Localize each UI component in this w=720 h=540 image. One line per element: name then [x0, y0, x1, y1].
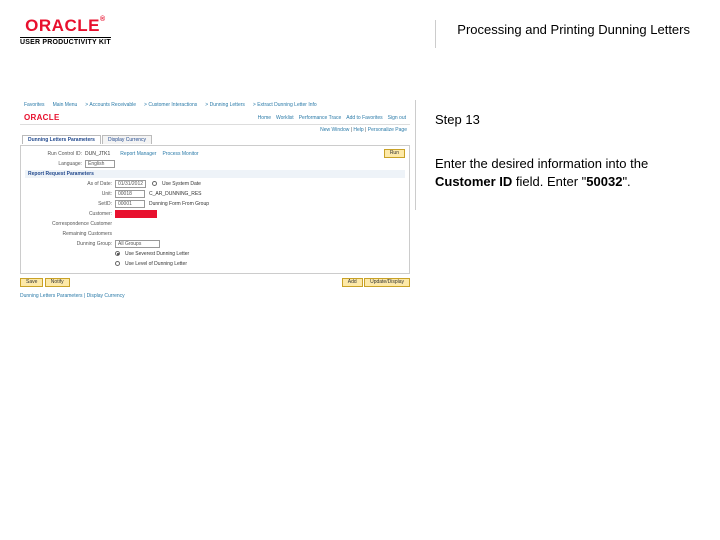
nav-favorites[interactable]: Favorites: [24, 102, 45, 108]
upk-subtitle: USER PRODUCTIVITY KIT: [20, 39, 111, 46]
radio-level-label: Use Level of Dunning Letter: [125, 261, 187, 267]
unit-input[interactable]: 00018: [115, 190, 145, 198]
customer-label: Customer:: [25, 211, 115, 217]
params-panel: Run Control ID: DUN_JTK1 Report Manager …: [20, 145, 410, 274]
radio-severest-label: Use Severest Dunning Letter: [125, 251, 189, 257]
nav-ar[interactable]: Accounts Receivable: [89, 102, 136, 108]
breadcrumb-navbar: Favorites Main Menu > Accounts Receivabl…: [20, 100, 410, 111]
unit-lookup: C_AR_DUNNING_RES: [149, 191, 202, 197]
radio-level[interactable]: [115, 261, 120, 266]
step-instruction: Enter the desired information into the C…: [435, 155, 685, 190]
run-control-label: Run Control ID:: [25, 151, 85, 157]
use-system-date-label: Use System Date: [162, 181, 201, 187]
unit-label: Unit:: [25, 191, 115, 197]
customer-id-input[interactable]: [115, 210, 157, 218]
step-number: Step 13: [435, 112, 700, 127]
notify-button[interactable]: Notify: [45, 278, 70, 287]
link-new-window[interactable]: New Window: [320, 127, 349, 133]
lesson-title: Processing and Printing Dunning Letters: [457, 22, 690, 37]
language-label: Language:: [25, 161, 85, 167]
oracle-upk-logo: ORACLE® USER PRODUCTIVITY KIT: [20, 16, 111, 46]
link-signout[interactable]: Sign out: [388, 115, 406, 121]
link-home[interactable]: Home: [258, 115, 271, 121]
column-divider: [415, 100, 416, 210]
as-of-date-input[interactable]: 01/31/2012: [115, 180, 146, 188]
process-monitor-link[interactable]: Process Monitor: [162, 151, 198, 157]
report-params-header: Report Request Parameters: [25, 170, 405, 178]
run-control-value: DUN_JTK1: [85, 151, 110, 157]
radio-severest[interactable]: [115, 251, 120, 256]
setid-label: SetID:: [25, 201, 115, 207]
tab-display-currency[interactable]: Display Currency: [102, 135, 152, 144]
link-perf-trace[interactable]: Performance Trace: [299, 115, 342, 121]
nav-cust-int[interactable]: Customer Interactions: [148, 102, 197, 108]
nav-main-menu[interactable]: Main Menu: [53, 102, 78, 108]
setid-hint: Dunning Form From Group: [149, 201, 209, 207]
embedded-app-screenshot: Favorites Main Menu > Accounts Receivabl…: [20, 100, 410, 330]
link-help[interactable]: Help: [353, 127, 363, 133]
corr-customer-label: Correspondence Customer: [25, 221, 115, 227]
oracle-wordmark: ORACLE®: [25, 16, 105, 36]
run-button[interactable]: Run: [384, 149, 405, 158]
link-add-fav[interactable]: Add to Favorites: [346, 115, 382, 121]
nav-dunning[interactable]: Dunning Letters: [210, 102, 245, 108]
remaining-cust-label: Remaining Customers: [25, 231, 115, 237]
dunning-group-select[interactable]: All Groups: [115, 240, 160, 248]
report-manager-link[interactable]: Report Manager: [120, 151, 156, 157]
field-name-bold: Customer ID: [435, 174, 512, 189]
add-button[interactable]: Add: [342, 278, 363, 287]
setid-input[interactable]: 00001: [115, 200, 145, 208]
dunning-group-label: Dunning Group:: [25, 241, 115, 247]
bottom-tab-links[interactable]: Dunning Letters Parameters | Display Cur…: [20, 293, 410, 299]
save-button[interactable]: Save: [20, 278, 43, 287]
link-worklist[interactable]: Worklist: [276, 115, 294, 121]
link-personalize[interactable]: Personalize Page: [368, 127, 407, 133]
nav-extract: Extract Dunning Letter Info: [257, 102, 316, 108]
as-of-date-label: As of Date:: [25, 181, 115, 187]
language-select[interactable]: English: [85, 160, 115, 168]
app-oracle-logo: ORACLE: [24, 113, 60, 122]
use-system-date-checkbox[interactable]: [152, 181, 157, 186]
header-divider: [435, 20, 436, 48]
tab-dunning-params[interactable]: Dunning Letters Parameters: [22, 135, 101, 144]
value-bold: 50032: [586, 174, 622, 189]
update-display-button[interactable]: Update/Display: [364, 278, 410, 287]
